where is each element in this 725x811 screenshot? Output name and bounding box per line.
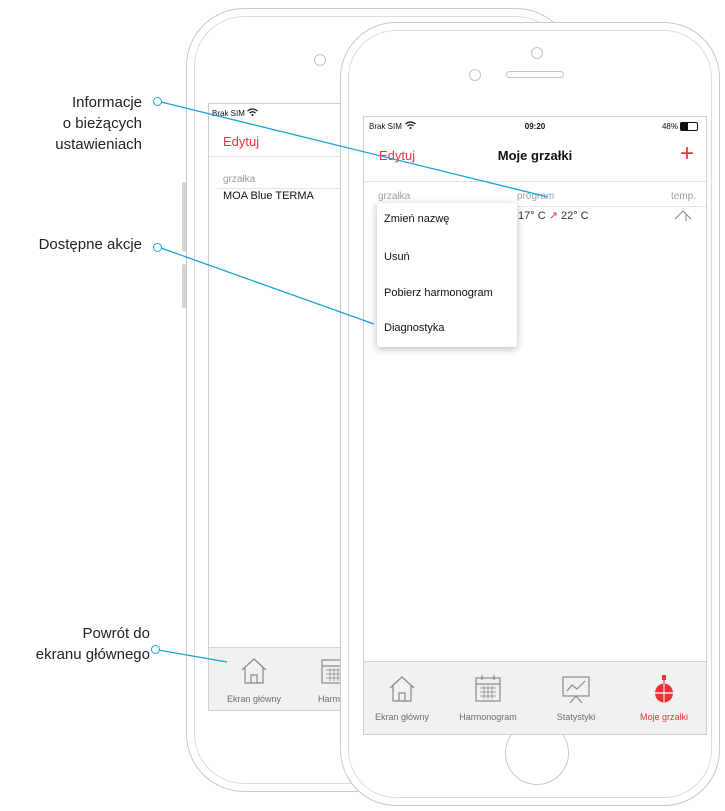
program-from: 17° C [518,210,546,222]
menu-item-diagnostics[interactable]: Diagnostyka [384,322,445,334]
annotation-current-settings-line3: ustawieniach [55,136,142,153]
home-mode-icon [674,210,692,221]
annotation-back-home-line1: Powrót do [82,625,150,642]
back-phone-camera [314,54,326,66]
home-icon [241,658,267,684]
tab-my-heaters-label: Moje grzałki [639,712,688,722]
tab-bar: Ekran główny Harmonogram Statystyki Moje… [364,661,706,734]
menu-item-delete[interactable]: Usuń [384,251,410,263]
program-arrow-icon: ↗ [548,210,558,222]
front-phone-front-camera [469,69,481,81]
annotation-current-settings: Informacje o bieżących ustawieniach [55,92,142,155]
annotation-dot-current-settings [153,97,162,106]
front-status-bar: Brak SIM 09:20 48% [364,117,706,137]
tab-schedule-label: Harmonogram [459,712,517,722]
tab-home-label: Ekran główny [374,712,430,722]
statistics-icon [562,676,590,704]
page-title: Moje grzałki [497,148,573,163]
wifi-icon [247,108,258,116]
front-phone-camera [531,47,543,59]
back-tab-home-label: Ekran główny [226,694,282,704]
home-icon [389,676,415,702]
front-phone-speaker [506,71,564,78]
annotation-back-home: Powrót do ekranu głównego [36,623,150,665]
column-heater: grzałka [378,191,411,202]
battery-percent: 48% [661,122,678,131]
heater-icon [655,675,673,703]
add-button[interactable]: + [680,140,694,168]
front-nav-bar: Edytuj Moje grzałki + [364,137,706,181]
nav-divider [364,181,706,182]
back-heater-name[interactable]: MOA Blue TERMA [223,190,314,202]
carrier-label: Brak SIM [212,109,245,118]
menu-item-rename[interactable]: Zmień nazwę [384,213,449,225]
battery-icon [680,122,698,131]
program-range: 17° C ↗ 22° C [518,209,589,222]
column-program: program [517,191,555,202]
menu-item-download-schedule[interactable]: Pobierz harmonogram [384,287,493,299]
calendar-icon [475,675,501,702]
back-column-heater: grzałka [223,174,256,185]
tab-statistics-label: Statystyki [556,712,596,722]
clock: 09:20 [524,122,546,131]
annotation-available-actions: Dostępne akcje [38,236,142,253]
program-to: 22° C [560,210,589,222]
column-temp: temp. [670,191,696,202]
back-phone-side-button-2 [182,264,186,308]
annotation-back-home-line2: ekranu głównego [35,646,150,663]
annotation-dot-back-home [151,645,160,654]
front-phone-screen: Brak SIM 09:20 48% Edytuj Moje grzałki +… [363,116,707,735]
annotation-dot-available-actions [153,243,162,252]
annotation-current-settings-line2: o bieżących [62,115,142,132]
back-edit-button[interactable]: Edytuj [223,134,259,149]
annotation-current-settings-line1: Informacje [71,94,142,111]
context-menu: Zmień nazwę Usuń Pobierz harmonogram Dia… [377,203,517,347]
back-phone-side-button [182,182,186,252]
